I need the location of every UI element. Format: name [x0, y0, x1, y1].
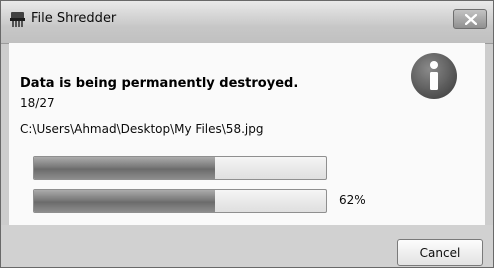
shredder-icon	[9, 11, 26, 28]
close-icon	[465, 14, 477, 25]
window-title: File Shredder	[31, 11, 117, 26]
file-progress-fill	[34, 157, 216, 179]
current-file-path: C:\Users\Ahmad\Desktop\My Files\58.jpg	[20, 122, 264, 136]
overall-progress-fill	[34, 190, 216, 212]
overall-percent-label: 62%	[339, 193, 366, 207]
status-heading: Data is being permanently destroyed.	[20, 76, 299, 91]
dialog-footer: Cancel	[1, 225, 493, 267]
file-counter: 18/27	[20, 96, 55, 110]
file-progress-bar	[33, 156, 327, 180]
file-shredder-window: File Shredder Data is being permanently …	[0, 0, 494, 268]
cancel-button[interactable]: Cancel	[397, 239, 483, 266]
title-bar[interactable]: File Shredder	[1, 1, 493, 44]
dialog-content: Data is being permanently destroyed. 18/…	[9, 43, 485, 225]
close-button[interactable]	[453, 9, 487, 29]
overall-progress-bar	[33, 189, 327, 213]
info-icon	[409, 51, 459, 101]
